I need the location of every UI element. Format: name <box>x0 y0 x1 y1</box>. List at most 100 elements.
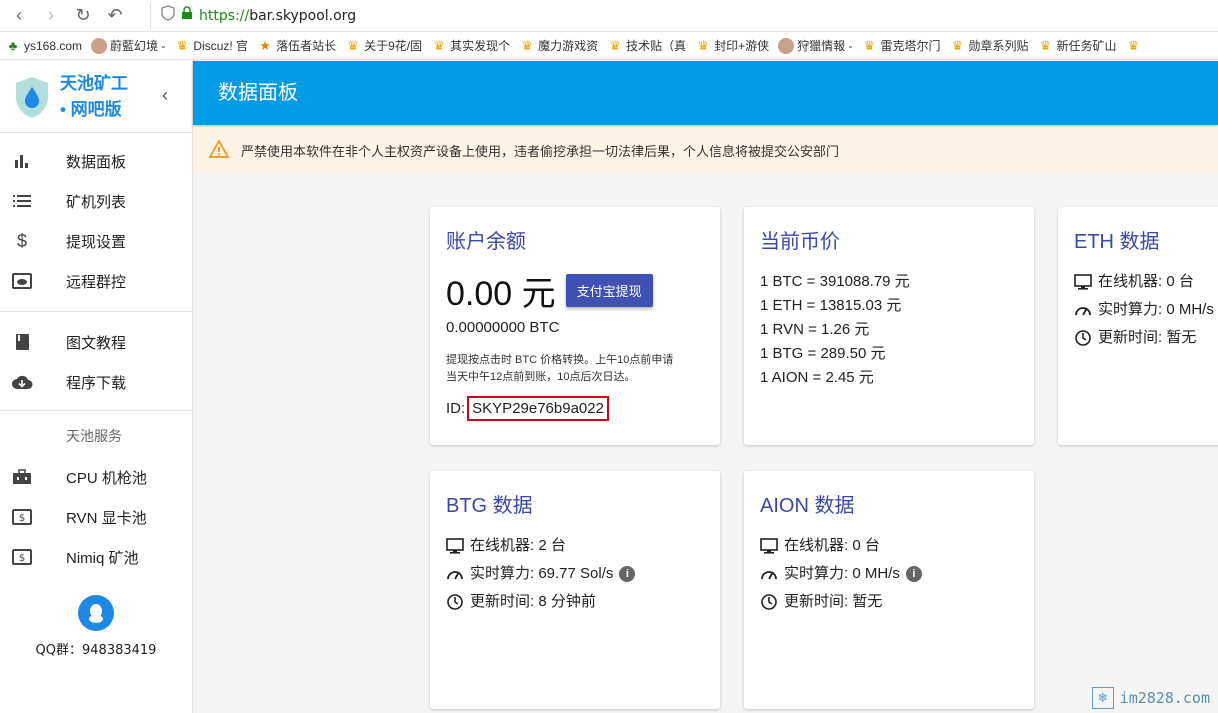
svg-text:$: $ <box>19 513 25 524</box>
cloud-download-icon <box>11 374 33 390</box>
address-bar[interactable]: https://bar.skypool.org <box>150 2 356 29</box>
watermark: ❄ im2828.com <box>1091 687 1210 709</box>
btg-online: 在线机器: 2 台 <box>446 532 704 560</box>
sidebar-item-withdraw[interactable]: $ 提现设置 <box>0 221 192 261</box>
page-title: 数据面板 <box>218 82 298 104</box>
collapse-chevron-icon[interactable]: ‹ <box>162 85 168 106</box>
balance-card: 账户余额 0.00 元 支付宝提现 0.00000000 BTC 提现按点击时 … <box>430 207 720 445</box>
sidebar-item-rvn-pool[interactable]: $ RVN 显卡池 <box>0 497 192 537</box>
eth-online: 在线机器: 0 台 <box>1074 268 1218 296</box>
cup-icon: ♛ <box>609 37 621 53</box>
bookmark-item[interactable]: 狩獵情報 - <box>778 37 853 54</box>
bookmark-item[interactable]: 蔚藍幻境 - <box>91 37 165 54</box>
undo-icon[interactable]: ↶ <box>102 3 128 29</box>
qq-icon <box>78 595 114 631</box>
sidebar-item-nimiq-pool[interactable]: $ Nimiq 矿池 <box>0 537 192 577</box>
eth-hashrate: 实时算力: 0 MH/s <box>1074 296 1218 324</box>
cup-icon: ♛ <box>951 37 964 53</box>
runner-icon: ★ <box>259 37 271 53</box>
speedometer-icon <box>760 566 778 582</box>
sidebar-item-cpu-pool[interactable]: CPU 机枪池 <box>0 457 192 497</box>
back-icon[interactable]: ‹ <box>6 3 32 29</box>
btg-updated: 更新时间: 8 分钟前 <box>446 588 704 616</box>
bookmark-item[interactable]: ♛ 新任务矿山 <box>1038 37 1117 54</box>
price-line: 1 ETH = 13815.03 元 <box>760 297 902 314</box>
qq-group-text: QQ群：948383419 <box>35 643 157 658</box>
bookmark-item[interactable]: ♛ 封印+游侠 <box>695 37 769 54</box>
logo-icon <box>16 76 48 118</box>
forward-icon[interactable]: › <box>38 3 64 29</box>
bookmark-item[interactable]: ♛ 雷克塔尔门 <box>862 37 941 54</box>
book-icon <box>11 333 33 351</box>
svg-text:$: $ <box>19 553 25 564</box>
price-line: 1 BTG = 289.50 元 <box>760 345 886 362</box>
prices-title: 当前币价 <box>760 231 840 253</box>
sidebar-item-miners[interactable]: 矿机列表 <box>0 181 192 221</box>
btg-hashrate: 实时算力: 69.77 Sol/s i <box>446 560 704 588</box>
shield-icon <box>161 5 175 26</box>
monitor-icon <box>760 538 778 554</box>
bookmarks-bar: ♣ ys168.com 蔚藍幻境 - ♛ Discuz! 官 ★ 落伍者站长 ♛ 关于9花/固 ♛… <box>0 32 1218 60</box>
account-id-label: ID: <box>446 400 466 417</box>
account-id-value: SKYP29e76b9a022 <box>467 396 609 421</box>
bookmark-item[interactable]: ♛ Discuz! 官 <box>174 37 249 54</box>
bookmark-item[interactable]: ♛ 魔力游戏资 <box>519 37 598 54</box>
cup-icon: ♛ <box>347 37 359 53</box>
btg-card: BTG 数据 在线机器: 2 台 实时算力: 69.77 Sol/s i 更新时… <box>430 471 720 709</box>
bookmark-item[interactable]: ♛ <box>1126 38 1145 54</box>
toolbox-icon <box>11 469 33 485</box>
speedometer-icon <box>1074 302 1092 318</box>
price-line: 1 BTC = 391088.79 元 <box>760 273 910 290</box>
cup-icon: ♛ <box>697 37 709 53</box>
aion-card: AION 数据 在线机器: 0 台 实时算力: 0 MH/s i 更新时间: 暂… <box>744 471 1034 709</box>
sidebar-item-tutorial[interactable]: 图文教程 <box>0 322 192 362</box>
cup-icon: ♛ <box>1039 37 1052 53</box>
brand: 天池矿工 • 网吧版 ‹ <box>0 61 192 133</box>
sidebar-item-download[interactable]: 程序下载 <box>0 362 192 402</box>
bar-chart-icon <box>11 154 33 168</box>
list-icon <box>11 194 33 208</box>
bookmark-item[interactable]: ♛ 技术贴（真 <box>607 37 686 54</box>
avatar-icon <box>91 37 108 54</box>
eth-title: ETH 数据 <box>1074 231 1160 253</box>
sidebar: 天池矿工 • 网吧版 ‹ 数据面板 矿机列表 $ 提现设置 远程群控 图文教程 <box>0 61 193 713</box>
clock-icon <box>1074 329 1092 347</box>
aion-title: AION 数据 <box>760 495 855 517</box>
btg-title: BTG 数据 <box>446 495 533 517</box>
prices-card: 当前币价 1 BTC = 391088.79 元 1 ETH = 13815.03… <box>744 207 1034 445</box>
services-header: 天池服务 <box>66 428 122 444</box>
sidebar-item-dashboard[interactable]: 数据面板 <box>0 141 192 181</box>
bookmark-item[interactable]: ★ 落伍者站长 <box>257 37 336 54</box>
clock-icon <box>760 593 778 611</box>
money-box-icon: $ <box>11 549 33 565</box>
info-icon[interactable]: i <box>619 566 636 582</box>
dollar-icon: $ <box>16 230 27 251</box>
balance-btc: 0.00000000 BTC <box>446 319 560 336</box>
aion-updated: 更新时间: 暂无 <box>760 588 1018 616</box>
reload-icon[interactable]: ↻ <box>70 3 96 29</box>
monitor-icon <box>446 538 464 554</box>
bookmark-item[interactable]: ♛ 勋章系列贴 <box>950 37 1029 54</box>
url-text[interactable]: https://bar.skypool.org <box>199 8 356 24</box>
globe-icon: ♣ <box>8 37 18 53</box>
sidebar-item-remote[interactable]: 远程群控 <box>0 261 192 301</box>
money-box-icon: $ <box>11 509 33 525</box>
lock-icon <box>181 6 193 25</box>
price-line: 1 AION = 2.45 元 <box>760 369 874 386</box>
brand-title-line1: 天池矿工 <box>60 73 128 93</box>
qq-group[interactable]: QQ群：948383419 <box>0 595 192 658</box>
alipay-withdraw-button[interactable]: 支付宝提现 <box>565 274 653 307</box>
withdraw-note: 提现按点击时 BTC 价格转换。上午10点前申请 当天中午12点前到账，10点后… <box>446 354 674 383</box>
snowflake-icon: ❄ <box>1091 687 1114 709</box>
cup-icon: ♛ <box>433 37 445 53</box>
bookmark-item[interactable]: ♛ 关于9花/固 <box>345 37 422 54</box>
info-icon[interactable]: i <box>905 566 922 582</box>
browser-toolbar: ‹ › ↻ ↶ https://bar.skypool.org <box>0 0 1218 32</box>
bookmark-item[interactable]: ♣ ys168.com <box>5 38 82 54</box>
bookmark-item[interactable]: ♛ 其实发现个 <box>431 37 510 54</box>
warning-icon <box>208 138 230 161</box>
cloud-monitor-icon <box>11 273 33 289</box>
warning-banner: 严禁使用本软件在非个人主权资产设备上使用，违者偷挖承担一切法律后果，个人信息将被… <box>193 127 1218 173</box>
brand-title-line2: • 网吧版 <box>60 99 122 119</box>
aion-hashrate: 实时算力: 0 MH/s i <box>760 560 1018 588</box>
